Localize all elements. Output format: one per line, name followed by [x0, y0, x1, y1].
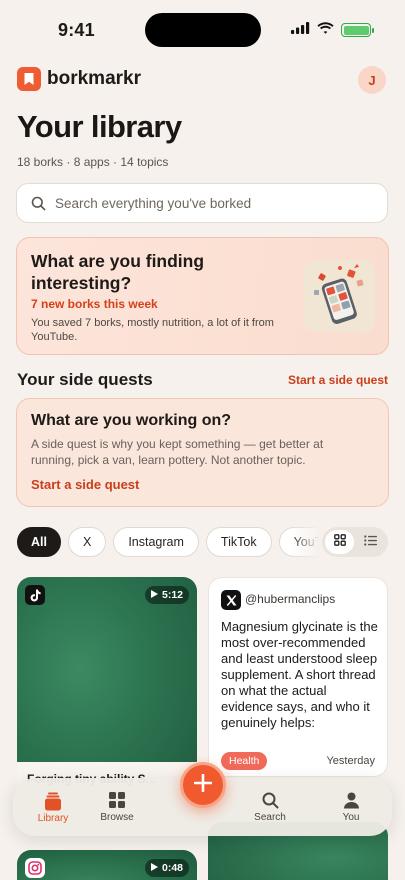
- tab-you[interactable]: You: [321, 790, 381, 823]
- side-quest-card[interactable]: What are you working on? A side quest is…: [16, 398, 389, 507]
- library-icon: [45, 791, 61, 811]
- interesting-card-title: What are you finding interesting?: [31, 251, 205, 293]
- tab-you-label: You: [342, 812, 360, 823]
- app-logo-icon: [17, 67, 41, 91]
- list-icon: [364, 533, 377, 551]
- filter-chip-tiktok[interactable]: TikTok: [205, 527, 272, 557]
- list-view-button[interactable]: [356, 530, 385, 554]
- new-borks-count: 7 new borks this week: [31, 297, 158, 311]
- interesting-card[interactable]: What are you finding interesting? 7 new …: [16, 237, 389, 355]
- search-bar[interactable]: [16, 183, 388, 223]
- battery-icon: [341, 23, 374, 37]
- tab-browse-label: Browse: [100, 812, 134, 823]
- tab-browse[interactable]: Browse: [87, 790, 147, 823]
- start-side-quest-button[interactable]: Start a side quest: [31, 477, 139, 492]
- add-bork-button[interactable]: [180, 762, 226, 808]
- phone-illustration-icon: [304, 260, 375, 332]
- grid-icon: [109, 790, 125, 810]
- tiktok-icon: [25, 585, 45, 605]
- app-name: borkmarkr: [47, 68, 141, 89]
- x-icon: [221, 590, 241, 610]
- bork-card-instagram[interactable]: 0:48: [17, 850, 197, 880]
- filter-chips: All X Instagram TikTok YouTube: [17, 527, 317, 557]
- post-timestamp: Yesterday: [326, 755, 375, 767]
- video-duration: 0:48: [144, 859, 189, 877]
- side-quests-heading: Your side quests: [17, 370, 153, 389]
- library-stats: 18 borks · 8 apps · 14 topics: [17, 155, 169, 169]
- chips-fade: [290, 527, 320, 557]
- view-toggle: [322, 527, 388, 557]
- side-quest-card-description: A side quest is why you kept something —…: [31, 437, 324, 467]
- cellular-signal-icon: [291, 21, 310, 39]
- status-bar: 9:41: [0, 0, 405, 60]
- search-icon: [31, 196, 46, 211]
- avatar[interactable]: J: [358, 66, 386, 94]
- page-title: Your library: [17, 109, 182, 144]
- wifi-icon: [317, 21, 334, 39]
- status-time: 9:41: [58, 20, 95, 40]
- play-icon: [150, 589, 158, 601]
- search-input[interactable]: [55, 195, 355, 211]
- bork-card-tiktok[interactable]: 5:12 Forging tiny ability S...: [17, 577, 197, 807]
- person-icon: [343, 790, 359, 810]
- post-handle: @hubermanclips: [245, 592, 336, 606]
- dynamic-island: [145, 13, 261, 47]
- bork-card-x[interactable]: @hubermanclips Magnesium glycinate is th…: [208, 577, 388, 777]
- status-icons: [291, 21, 374, 39]
- interesting-card-description: You saved 7 borks, mostly nutrition, a l…: [31, 317, 274, 343]
- topic-tag[interactable]: Health: [221, 752, 268, 770]
- plus-icon: [193, 773, 213, 797]
- post-body: Magnesium glycinate is the most over-rec…: [221, 619, 378, 730]
- side-quest-card-title: What are you working on?: [31, 412, 232, 429]
- filter-chip-all[interactable]: All: [17, 527, 61, 557]
- search-icon: [262, 790, 279, 810]
- start-side-quest-link[interactable]: Start a side quest: [288, 373, 388, 387]
- tab-library[interactable]: Library: [23, 791, 83, 824]
- grid-icon: [333, 533, 346, 551]
- instagram-icon: [25, 858, 45, 878]
- duration-text: 0:48: [161, 862, 183, 874]
- tab-library-label: Library: [37, 813, 69, 824]
- tab-search-label: Search: [254, 812, 286, 823]
- video-duration: 5:12: [144, 586, 189, 604]
- filter-chip-instagram[interactable]: Instagram: [113, 527, 199, 557]
- tab-search[interactable]: Search: [240, 790, 300, 823]
- play-icon: [150, 862, 158, 874]
- duration-text: 5:12: [161, 589, 183, 601]
- filter-chip-x[interactable]: X: [67, 527, 107, 557]
- grid-view-button[interactable]: [325, 530, 354, 554]
